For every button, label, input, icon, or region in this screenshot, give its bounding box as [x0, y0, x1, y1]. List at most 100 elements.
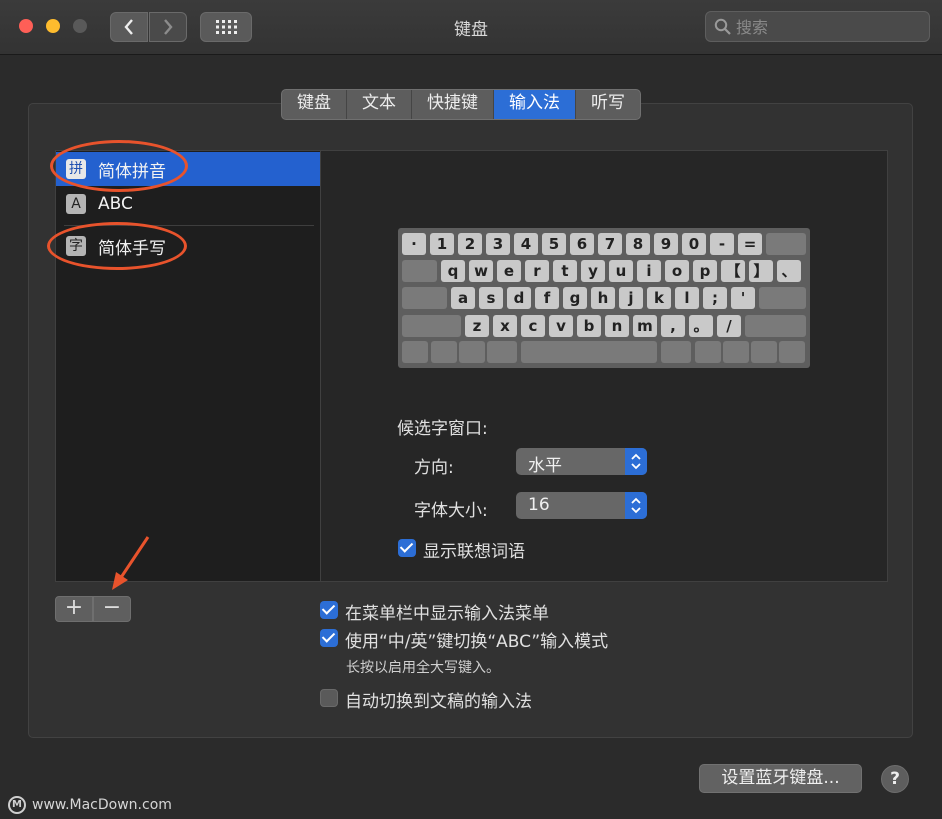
keyboard-key: o	[665, 260, 689, 282]
keyboard-key: ·	[402, 233, 426, 255]
keyboard-layout-preview: · 1 2 3 4 5 6 7 8 9 0- = q w e r t y u i o p 【】、 a s d f g h j k l; ' z x c…	[398, 228, 810, 368]
keyboard-key-modifier	[779, 341, 805, 363]
keyboard-key-modifier	[521, 341, 657, 363]
abc-icon: A	[66, 194, 86, 214]
watermark-logo: M	[8, 796, 26, 814]
keyboard-key: -	[710, 233, 734, 255]
keyboard-key: d	[507, 287, 531, 309]
keyboard-key: i	[637, 260, 661, 282]
keyboard-key: r	[525, 260, 549, 282]
tab-bar: 键盘 文本 快捷键 输入法 听写	[281, 89, 641, 120]
keyboard-key: t	[553, 260, 577, 282]
watermark: M www.MacDown.com	[8, 796, 172, 814]
list-item-label: ABC	[98, 194, 133, 214]
show-menu-label: 在菜单栏中显示输入法菜单	[345, 604, 549, 624]
show-associations-checkbox[interactable]	[398, 539, 416, 557]
keyboard-key: 】	[749, 260, 773, 282]
switch-mode-checkbox[interactable]	[320, 629, 338, 647]
switch-mode-label: 使用“中/英”键切换“ABC”输入模式	[345, 632, 609, 652]
direction-select[interactable]: 水平	[516, 448, 647, 476]
keyboard-key: b	[577, 315, 601, 337]
keyboard-key: '	[731, 287, 755, 309]
keyboard-key: h	[591, 287, 615, 309]
keyboard-key: 2	[458, 233, 482, 255]
keyboard-key: q	[441, 260, 465, 282]
keyboard-key: 、	[777, 260, 801, 282]
keyboard-key-modifier	[402, 315, 461, 337]
keyboard-key-modifier	[723, 341, 749, 363]
search-icon	[714, 18, 731, 35]
keyboard-key-modifier	[487, 341, 517, 363]
keyboard-key: e	[497, 260, 521, 282]
keyboard-key-modifier	[661, 341, 691, 363]
switch-mode-hint: 长按以启用全大写键入。	[346, 660, 500, 676]
keyboard-key-modifier	[402, 287, 447, 309]
keyboard-key-modifier	[431, 341, 457, 363]
keyboard-key: n	[605, 315, 629, 337]
keyboard-key: /	[717, 315, 741, 337]
keyboard-key: v	[549, 315, 573, 337]
keyboard-key: z	[465, 315, 489, 337]
title-bar: 键盘	[0, 0, 942, 55]
keyboard-key: 9	[654, 233, 678, 255]
auto-switch-label: 自动切换到文稿的输入法	[345, 692, 532, 712]
annotation-ellipse-pinyin	[50, 140, 188, 192]
annotation-arrow-icon	[112, 536, 150, 590]
keyboard-key: a	[451, 287, 475, 309]
keyboard-key: g	[563, 287, 587, 309]
annotation-ellipse-handwriting	[47, 222, 187, 270]
keyboard-key-modifier	[402, 341, 428, 363]
keyboard-key: =	[738, 233, 762, 255]
keyboard-key: s	[479, 287, 503, 309]
search-input[interactable]	[734, 15, 923, 39]
keyboard-key: ,	[661, 315, 685, 337]
keyboard-key: 4	[514, 233, 538, 255]
font-size-select[interactable]: 16	[516, 492, 647, 519]
font-size-value: 16	[528, 495, 550, 515]
tab-keyboard[interactable]: 键盘	[282, 90, 347, 119]
help-button[interactable]: ?	[881, 765, 909, 793]
updown-arrows-icon	[625, 492, 647, 519]
keyboard-key-modifier	[766, 233, 806, 255]
tab-text[interactable]: 文本	[347, 90, 412, 119]
add-input-source-button[interactable]: +	[55, 596, 93, 622]
set-up-bluetooth-keyboard-button[interactable]: 设置蓝牙键盘...	[699, 764, 862, 793]
keyboard-key: j	[619, 287, 643, 309]
keyboard-key: p	[693, 260, 717, 282]
tab-shortcuts[interactable]: 快捷键	[412, 90, 494, 119]
keyboard-key: 7	[598, 233, 622, 255]
keyboard-key: 5	[542, 233, 566, 255]
input-source-list: 拼 简体拼音 A ABC 字 简体手写	[55, 150, 321, 582]
direction-label: 方向:	[414, 458, 454, 478]
keyboard-key-modifier	[745, 315, 806, 337]
tab-dictation[interactable]: 听写	[576, 90, 640, 119]
keyboard-key: 6	[570, 233, 594, 255]
direction-value: 水平	[528, 456, 562, 476]
keyboard-key: 。	[689, 315, 713, 337]
keyboard-key: 【	[721, 260, 745, 282]
watermark-text: www.MacDown.com	[32, 797, 172, 813]
keyboard-key: f	[535, 287, 559, 309]
keyboard-key: m	[633, 315, 657, 337]
updown-arrows-icon	[625, 448, 647, 475]
keyboard-key: 8	[626, 233, 650, 255]
keyboard-key: 3	[486, 233, 510, 255]
keyboard-key: y	[581, 260, 605, 282]
show-associations-label: 显示联想词语	[423, 542, 525, 562]
font-size-label: 字体大小:	[414, 501, 488, 521]
remove-input-source-button[interactable]: −	[93, 596, 131, 622]
search-field[interactable]	[705, 11, 930, 42]
keyboard-key-modifier	[759, 287, 806, 309]
tab-input-sources[interactable]: 输入法	[494, 90, 576, 119]
show-menu-checkbox[interactable]	[320, 601, 338, 619]
keyboard-key: u	[609, 260, 633, 282]
keyboard-key: w	[469, 260, 493, 282]
keyboard-key-modifier	[751, 341, 777, 363]
keyboard-key: 0	[682, 233, 706, 255]
keyboard-key: 1	[430, 233, 454, 255]
auto-switch-checkbox[interactable]	[320, 689, 338, 707]
keyboard-key: x	[493, 315, 517, 337]
list-item-abc[interactable]: A ABC	[56, 187, 320, 221]
keyboard-key: c	[521, 315, 545, 337]
keyboard-key: ;	[703, 287, 727, 309]
